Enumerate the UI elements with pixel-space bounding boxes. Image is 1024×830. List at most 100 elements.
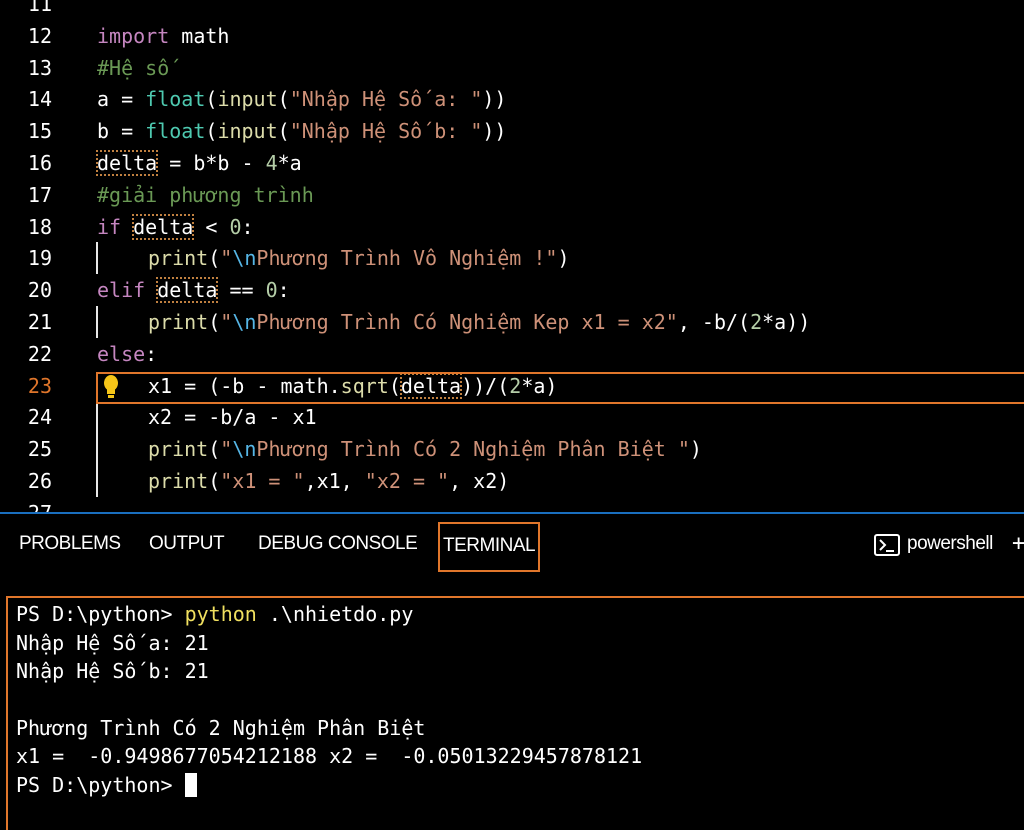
code-token: #Hệ số bbox=[97, 55, 170, 80]
terminal-command-args: .\nhietdo.py bbox=[256, 602, 414, 626]
code-text: b = float(input("Nhập Hệ Số b: ")) bbox=[97, 119, 506, 143]
code-line[interactable]: 24 x2 = -b/a - x1 bbox=[0, 401, 1024, 434]
code-token: *a bbox=[277, 151, 302, 175]
line-number: 15 bbox=[27, 119, 52, 144]
code-token: print bbox=[148, 310, 209, 334]
code-token: " bbox=[220, 310, 233, 334]
code-line[interactable]: 15 b = float(input("Nhập Hệ Số b: ")) bbox=[0, 115, 1024, 147]
code-token: input bbox=[217, 119, 278, 144]
code-token: " bbox=[220, 246, 233, 271]
tab-terminal[interactable]: TERMINAL bbox=[438, 522, 541, 572]
terminal-prompt: PS D:\python> bbox=[16, 773, 185, 797]
code-token: \n bbox=[232, 437, 257, 462]
code-token: ( bbox=[208, 310, 221, 334]
indent-guide bbox=[96, 433, 98, 466]
code-line[interactable]: 21 print("\nPhương Trình Có Nghiệm Kep x1… bbox=[0, 306, 1024, 338]
code-token: == bbox=[217, 278, 266, 303]
code-token: "x1 = " bbox=[220, 469, 305, 493]
line-number: 16 bbox=[27, 151, 52, 175]
indent-guide bbox=[96, 401, 98, 434]
terminal-line-result-title: Phương Trình Có 2 Nghiệm Phân Biệt bbox=[16, 716, 426, 740]
code-token: delta bbox=[95, 150, 159, 176]
code-text: print("\nPhương Trình Có 2 Nghiệm Phân B… bbox=[148, 437, 702, 461]
code-token: " bbox=[220, 437, 233, 462]
code-token: print bbox=[148, 469, 209, 493]
code-token: , x2) bbox=[449, 469, 510, 493]
code-token: : bbox=[241, 214, 254, 239]
code-line[interactable]: 19 print("\nPhương Trình Vô Nghiệm !") bbox=[0, 242, 1024, 275]
code-line[interactable]: 13 #Hệ số bbox=[0, 52, 1024, 84]
code-token: print bbox=[148, 437, 209, 462]
code-token: *a)) bbox=[762, 310, 811, 334]
code-token: : bbox=[277, 278, 290, 303]
code-line[interactable]: 17 #giải phương trình bbox=[0, 179, 1024, 211]
code-line[interactable]: 11 bbox=[0, 0, 1024, 20]
code-token: #giải phương trình bbox=[97, 182, 314, 207]
code-token: "Nhập Hệ Số a: " bbox=[289, 87, 483, 112]
code-text: import math bbox=[97, 24, 229, 48]
line-number: 25 bbox=[27, 437, 52, 462]
code-text: print("\nPhương Trình Có Nghiệm Kep x1 =… bbox=[148, 310, 810, 334]
line-number: 21 bbox=[27, 310, 52, 334]
code-token: import bbox=[97, 23, 170, 48]
code-token: 4 bbox=[265, 151, 278, 175]
add-terminal-icon[interactable]: + bbox=[1012, 532, 1024, 556]
indent-guide bbox=[96, 306, 98, 338]
code-token: delta bbox=[156, 277, 219, 304]
tab-debug-console[interactable]: DEBUG CONSOLE bbox=[258, 532, 418, 556]
terminal-line-command: PS D:\python> python .\nhietdo.py bbox=[16, 602, 413, 626]
code-line[interactable]: 25 print("\nPhương Trình Có 2 Nghiệm Phân… bbox=[0, 433, 1024, 466]
terminal-line-prompt: PS D:\python> bbox=[16, 773, 197, 797]
code-token: "x2 = " bbox=[364, 469, 450, 493]
code-line[interactable]: 16 delta = b*b - 4*a bbox=[0, 147, 1024, 179]
code-line[interactable]: 22 else: bbox=[0, 338, 1024, 370]
code-line[interactable]: 27 bbox=[0, 497, 1024, 512]
line-number: 24 bbox=[27, 405, 52, 430]
line-number: 14 bbox=[27, 87, 52, 112]
code-text: #giải phương trình bbox=[97, 183, 314, 207]
code-token: ,x1, bbox=[304, 469, 365, 493]
code-token: ( bbox=[208, 246, 221, 271]
tab-problems[interactable]: PROBLEMS bbox=[19, 532, 121, 556]
code-token: Phương Trình Có 2 Nghiệm Phân Biệt " bbox=[256, 437, 690, 462]
code-line[interactable]: 20 elif delta == 0: bbox=[0, 274, 1024, 306]
code-line[interactable]: 26 print("x1 = ",x1, "x2 = ", x2) bbox=[0, 465, 1024, 497]
code-token: float bbox=[145, 87, 206, 112]
lightbulb-icon[interactable] bbox=[102, 374, 120, 400]
line-number: 17 bbox=[27, 182, 52, 207]
code-line[interactable]: 18 if delta < 0: bbox=[0, 211, 1024, 243]
code-token: 0 bbox=[265, 278, 278, 303]
code-token: )) bbox=[482, 119, 507, 144]
line-number: 12 bbox=[27, 23, 52, 48]
code-token: ( bbox=[277, 87, 290, 112]
indent-guide bbox=[96, 465, 98, 497]
tab-output[interactable]: OUTPUT bbox=[149, 532, 225, 556]
line-number: 13 bbox=[27, 55, 52, 80]
code-token: print bbox=[148, 246, 209, 271]
code-token: elif bbox=[97, 278, 146, 303]
line-number: 27 bbox=[0, 501, 52, 512]
line-number: 20 bbox=[27, 278, 52, 303]
terminal-output[interactable]: PS D:\python> python .\nhietdo.py Nhập H… bbox=[6, 596, 1024, 830]
line-number: 19 bbox=[27, 246, 52, 271]
code-token: 2 bbox=[750, 310, 763, 334]
terminal-command: python bbox=[184, 602, 257, 626]
code-token: ( bbox=[277, 119, 290, 144]
terminal-prompt: PS D:\python> bbox=[16, 602, 185, 626]
code-token: ) bbox=[689, 437, 702, 462]
code-token: Phương Trình Có Nghiệm Kep x1 = x2" bbox=[256, 310, 678, 334]
terminal-icon bbox=[874, 534, 900, 556]
code-text: #Hệ số bbox=[97, 56, 169, 80]
code-token: ( bbox=[208, 437, 221, 462]
line-number: 18 bbox=[27, 214, 52, 239]
code-text: elif delta == 0: bbox=[97, 277, 290, 304]
code-token: delta bbox=[132, 213, 195, 240]
code-token: b = bbox=[97, 119, 146, 144]
code-line[interactable]: 12 import math bbox=[0, 20, 1024, 52]
code-line[interactable]: 14 a = float(input("Nhập Hệ Số a: ")) bbox=[0, 83, 1024, 115]
code-token: ( bbox=[208, 469, 221, 493]
code-token: : bbox=[145, 341, 158, 366]
code-editor[interactable]: 11 12 import math 13 #Hệ số 14 a = float(input… bbox=[0, 0, 1024, 512]
code-token: if bbox=[97, 214, 122, 239]
